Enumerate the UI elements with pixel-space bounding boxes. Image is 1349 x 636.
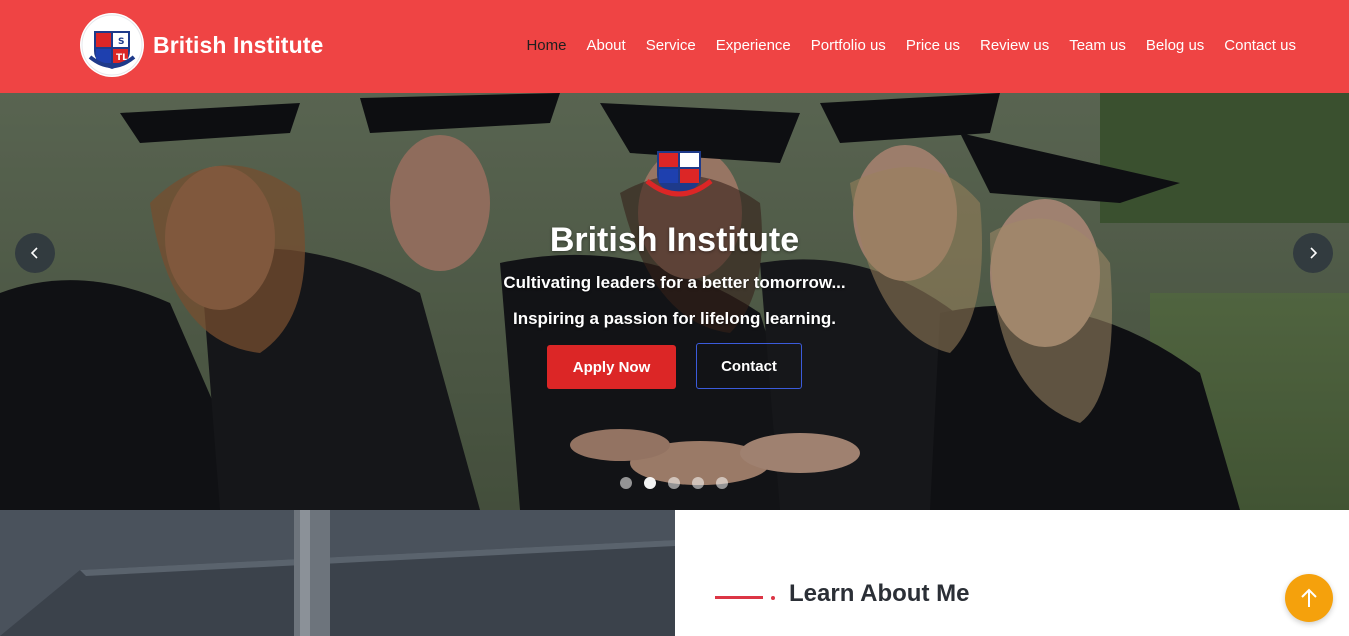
nav-item-home[interactable]: Home (526, 36, 566, 56)
hero-title: British Institute (549, 221, 800, 259)
about-title: Learn About Me (789, 580, 970, 607)
nav-item-experience[interactable]: Experience (716, 36, 791, 56)
carousel-indicators (620, 477, 740, 489)
carousel-prev-button[interactable] (15, 233, 55, 273)
scroll-to-top-button[interactable] (1285, 574, 1333, 622)
institute-emblem-icon (645, 151, 713, 197)
carousel-dot-4[interactable] (692, 477, 704, 489)
carousel-dot-1[interactable] (620, 477, 632, 489)
nav-item-about[interactable]: About (586, 36, 625, 56)
contact-button[interactable]: Contact (696, 343, 802, 389)
apply-now-button[interactable]: Apply Now (547, 345, 676, 389)
institute-crest-icon: S TL (80, 13, 144, 77)
hero-subtitle-2: Inspiring a passion for lifelong learnin… (512, 309, 837, 328)
brand[interactable]: S TL British Institute (80, 13, 323, 77)
navbar: S TL British Institute Home About Servic… (0, 0, 1349, 93)
nav-item-team[interactable]: Team us (1069, 36, 1126, 56)
chevron-left-icon (30, 247, 38, 259)
main-nav: Home About Service Experience Portfolio … (506, 36, 1296, 56)
nav-item-price[interactable]: Price us (906, 36, 960, 56)
brand-name: British Institute (153, 31, 324, 58)
chevron-right-icon (1310, 247, 1318, 259)
nav-item-service[interactable]: Service (646, 36, 696, 56)
nav-item-blog[interactable]: Belog us (1146, 36, 1204, 56)
nav-item-contact[interactable]: Contact us (1224, 36, 1296, 56)
carousel-dot-5[interactable] (716, 477, 728, 489)
carousel-dot-3[interactable] (668, 477, 680, 489)
about-image (0, 510, 675, 636)
hero-carousel: British Institute Cultivating leaders fo… (0, 93, 1349, 510)
about-section: Learn About Me (675, 510, 1349, 636)
arrow-up-icon (1301, 588, 1317, 607)
carousel-dot-2[interactable] (644, 477, 656, 489)
svg-text:S: S (118, 37, 124, 47)
nav-item-portfolio[interactable]: Portfolio us (811, 36, 886, 56)
carousel-next-button[interactable] (1293, 233, 1333, 273)
accent-dot (771, 596, 775, 600)
nav-item-review[interactable]: Review us (980, 36, 1049, 56)
accent-line (715, 596, 763, 599)
hero-subtitle-1: Cultivating leaders for a better tomorro… (503, 273, 846, 292)
